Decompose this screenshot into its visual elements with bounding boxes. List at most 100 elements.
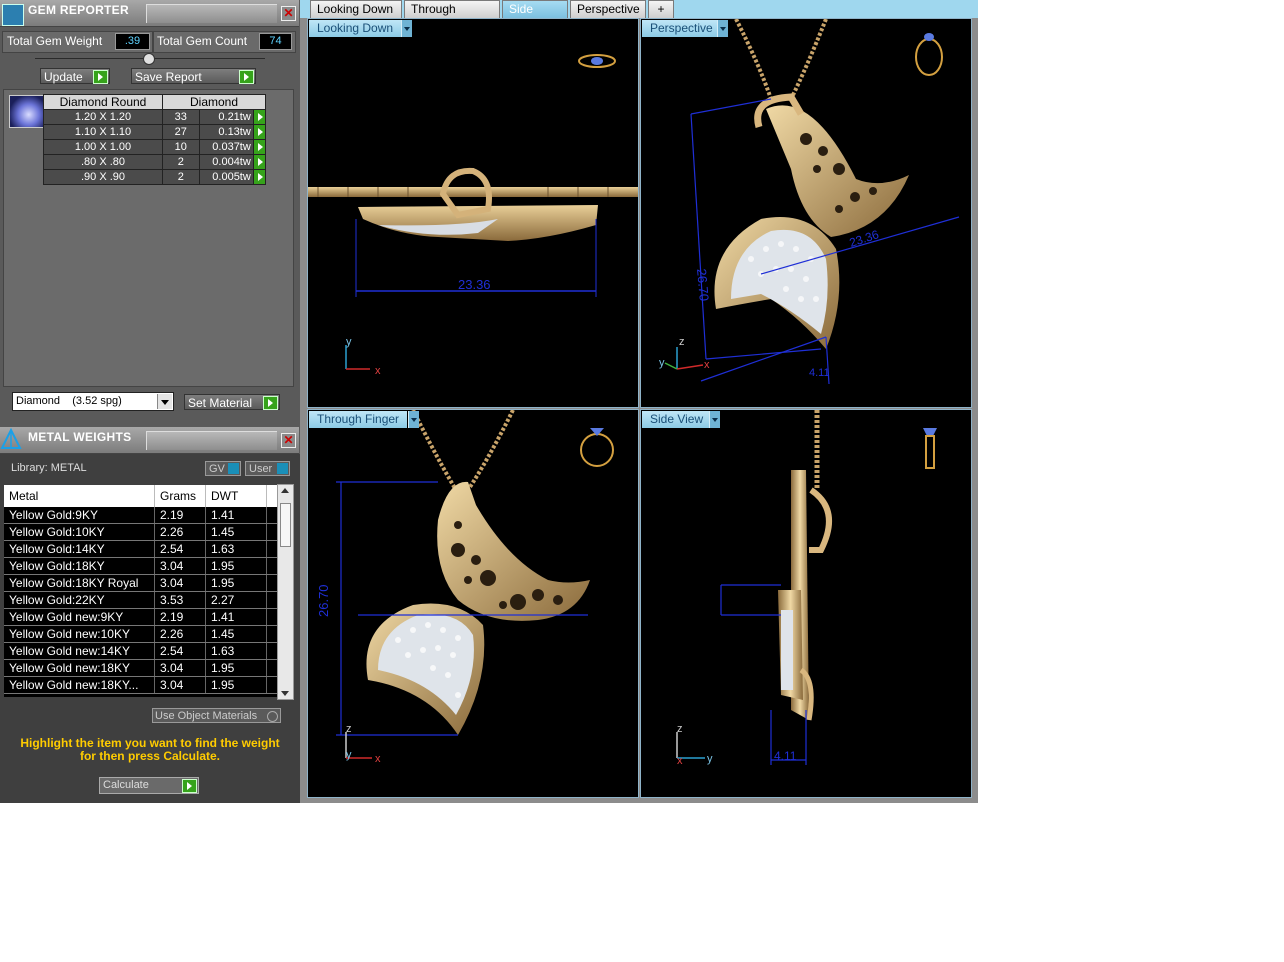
metal-name: Yellow Gold new:9KY xyxy=(4,608,155,626)
gem-select-arrow-icon[interactable] xyxy=(252,109,267,125)
tab-perspective[interactable]: Perspective xyxy=(570,0,646,18)
gem-size: .80 X .80 xyxy=(43,154,163,170)
metal-name: Yellow Gold:18KY xyxy=(4,557,155,575)
hint-line-2: for then press Calculate. xyxy=(79,749,221,763)
metal-row[interactable]: Yellow Gold new:10KY 2.26 1.45 xyxy=(4,625,280,643)
gem-select-arrow-icon[interactable] xyxy=(252,124,267,140)
gv-indicator-icon xyxy=(228,463,239,474)
metal-name: Yellow Gold:9KY xyxy=(4,507,155,524)
gem-row[interactable]: 1.10 X 1.10 27 0.13tw xyxy=(43,124,267,140)
metal-col-dwt: DWT xyxy=(205,485,267,507)
gem-table: Diamond Round Diamond 1.20 X 1.20 33 0.2… xyxy=(43,94,267,185)
save-report-button[interactable]: Save Report xyxy=(131,68,256,84)
set-material-button[interactable]: Set Material xyxy=(184,394,280,410)
metal-row[interactable]: Yellow Gold new:18KY... 3.04 1.95 xyxy=(4,676,280,694)
calculate-label: Calculate xyxy=(103,779,149,791)
gem-size: 1.20 X 1.20 xyxy=(43,109,163,125)
metal-col-metal: Metal xyxy=(4,485,155,507)
axis-label: y xyxy=(346,749,352,761)
update-button[interactable]: Update xyxy=(40,68,110,84)
gem-row[interactable]: 1.20 X 1.20 33 0.21tw xyxy=(43,109,267,125)
gem-weight: 0.005tw xyxy=(198,169,254,185)
tab-through-finger[interactable]: Through Finger xyxy=(404,0,500,32)
metal-weights-titlebar[interactable]: METAL WEIGHTS ✕ xyxy=(0,427,299,454)
gem-select-arrow-icon[interactable] xyxy=(252,169,267,185)
viewport-label: Perspective xyxy=(642,20,721,37)
tab-looking-down[interactable]: Looking Down xyxy=(310,0,402,18)
gv-label: GV xyxy=(209,463,225,475)
user-toggle[interactable]: User xyxy=(245,461,290,476)
scroll-up-icon[interactable] xyxy=(281,488,289,493)
play-icon xyxy=(263,396,278,410)
side-view-render: 4.11 z x y xyxy=(676,410,937,767)
add-tab-button[interactable]: + xyxy=(648,0,674,18)
metal-row[interactable]: Yellow Gold:18KY Royal 3.04 1.95 xyxy=(4,574,280,592)
viewport-label: Side View xyxy=(642,411,712,428)
gem-row[interactable]: .80 X .80 2 0.004tw xyxy=(43,154,267,170)
viewport-label: Looking Down xyxy=(309,20,402,37)
viewport-area: Looking Down Through Finger Side View Pe… xyxy=(300,0,978,803)
viewport-looking-down[interactable]: 23.36 y x Looking Down xyxy=(307,18,639,408)
metal-grams: 2.19 xyxy=(154,507,206,524)
gem-weight: 0.037tw xyxy=(198,139,254,155)
use-object-materials-toggle[interactable]: Use Object Materials xyxy=(152,708,281,723)
viewport-perspective[interactable]: 26.70 23.36 4.11 z y x Perspective xyxy=(640,18,972,408)
dim-width-label: 23.36 xyxy=(458,277,491,292)
metal-grams: 2.54 xyxy=(154,642,206,660)
metal-row[interactable]: Yellow Gold:9KY 2.19 1.41 xyxy=(4,507,280,524)
titlebar-grip[interactable] xyxy=(146,4,277,23)
calculate-button[interactable]: Calculate xyxy=(99,777,199,794)
chevron-down-icon[interactable] xyxy=(408,411,419,428)
metal-grams: 2.54 xyxy=(154,540,206,558)
gem-select-arrow-icon[interactable] xyxy=(252,154,267,170)
metal-row[interactable]: Yellow Gold new:14KY 2.54 1.63 xyxy=(4,642,280,660)
material-select[interactable]: Diamond (3.52 spg) xyxy=(12,392,174,411)
metal-row[interactable]: Yellow Gold new:18KY 3.04 1.95 xyxy=(4,659,280,677)
gem-row[interactable]: .90 X .90 2 0.005tw xyxy=(43,169,267,185)
gem-reporter-icon xyxy=(2,4,24,26)
gem-select-arrow-icon[interactable] xyxy=(252,139,267,155)
metal-list-scrollbar[interactable] xyxy=(277,484,294,700)
metal-grams: 2.19 xyxy=(154,608,206,626)
viewport-side-view[interactable]: 4.11 z x y Side View xyxy=(640,409,972,798)
tab-side-view[interactable]: Side View xyxy=(502,0,568,32)
metal-grams: 3.04 xyxy=(154,557,206,575)
metal-dwt: 1.41 xyxy=(205,608,267,626)
gem-size: .90 X .90 xyxy=(43,169,163,185)
metal-weights-icon xyxy=(0,427,22,450)
viewport-through-finger[interactable]: 26.70 z y x Through Finger xyxy=(307,409,639,798)
tab-label: Perspective xyxy=(577,2,640,16)
axis-label: x xyxy=(677,755,683,767)
gv-toggle[interactable]: GV xyxy=(205,461,241,476)
gem-row[interactable]: 1.00 X 1.00 10 0.037tw xyxy=(43,139,267,155)
gem-weight: 0.21tw xyxy=(198,109,254,125)
metal-name: Yellow Gold new:18KY... xyxy=(4,676,155,694)
total-gem-weight-value: .39 xyxy=(115,33,150,50)
metal-row[interactable]: Yellow Gold:14KY 2.54 1.63 xyxy=(4,540,280,558)
titlebar-grip[interactable] xyxy=(146,431,277,450)
viewport-label: Through Finger xyxy=(309,411,408,428)
axis-label: x xyxy=(375,753,381,765)
metal-row[interactable]: Yellow Gold:22KY 3.53 2.27 xyxy=(4,591,280,609)
chevron-down-icon[interactable] xyxy=(717,20,728,37)
scroll-thumb[interactable] xyxy=(280,503,291,547)
close-icon[interactable]: ✕ xyxy=(281,6,296,21)
hint-line-1: Highlight the item you want to find the … xyxy=(20,736,280,750)
metal-dwt: 1.45 xyxy=(205,523,267,541)
slider-handle[interactable] xyxy=(143,53,155,65)
axis-label: y xyxy=(346,336,352,348)
close-icon[interactable]: ✕ xyxy=(281,433,296,448)
axis-label: z xyxy=(346,723,352,735)
scroll-down-icon[interactable] xyxy=(281,691,289,696)
gem-count: 10 xyxy=(162,139,200,155)
gem-reporter-titlebar[interactable]: GEM REPORTER ✕ xyxy=(0,0,299,27)
metal-row[interactable]: Yellow Gold new:9KY 2.19 1.41 xyxy=(4,608,280,626)
gem-weight: 0.13tw xyxy=(198,124,254,140)
metal-dwt: 1.63 xyxy=(205,642,267,660)
metal-row[interactable]: Yellow Gold:18KY 3.04 1.95 xyxy=(4,557,280,575)
diamond-shape-icon[interactable] xyxy=(9,95,45,128)
metal-table: Metal Grams DWT Yellow Gold:9KY 2.19 1.41 … xyxy=(4,485,280,694)
chevron-down-icon[interactable] xyxy=(709,411,720,428)
chevron-down-icon[interactable] xyxy=(401,20,412,37)
metal-row[interactable]: Yellow Gold:10KY 2.26 1.45 xyxy=(4,523,280,541)
